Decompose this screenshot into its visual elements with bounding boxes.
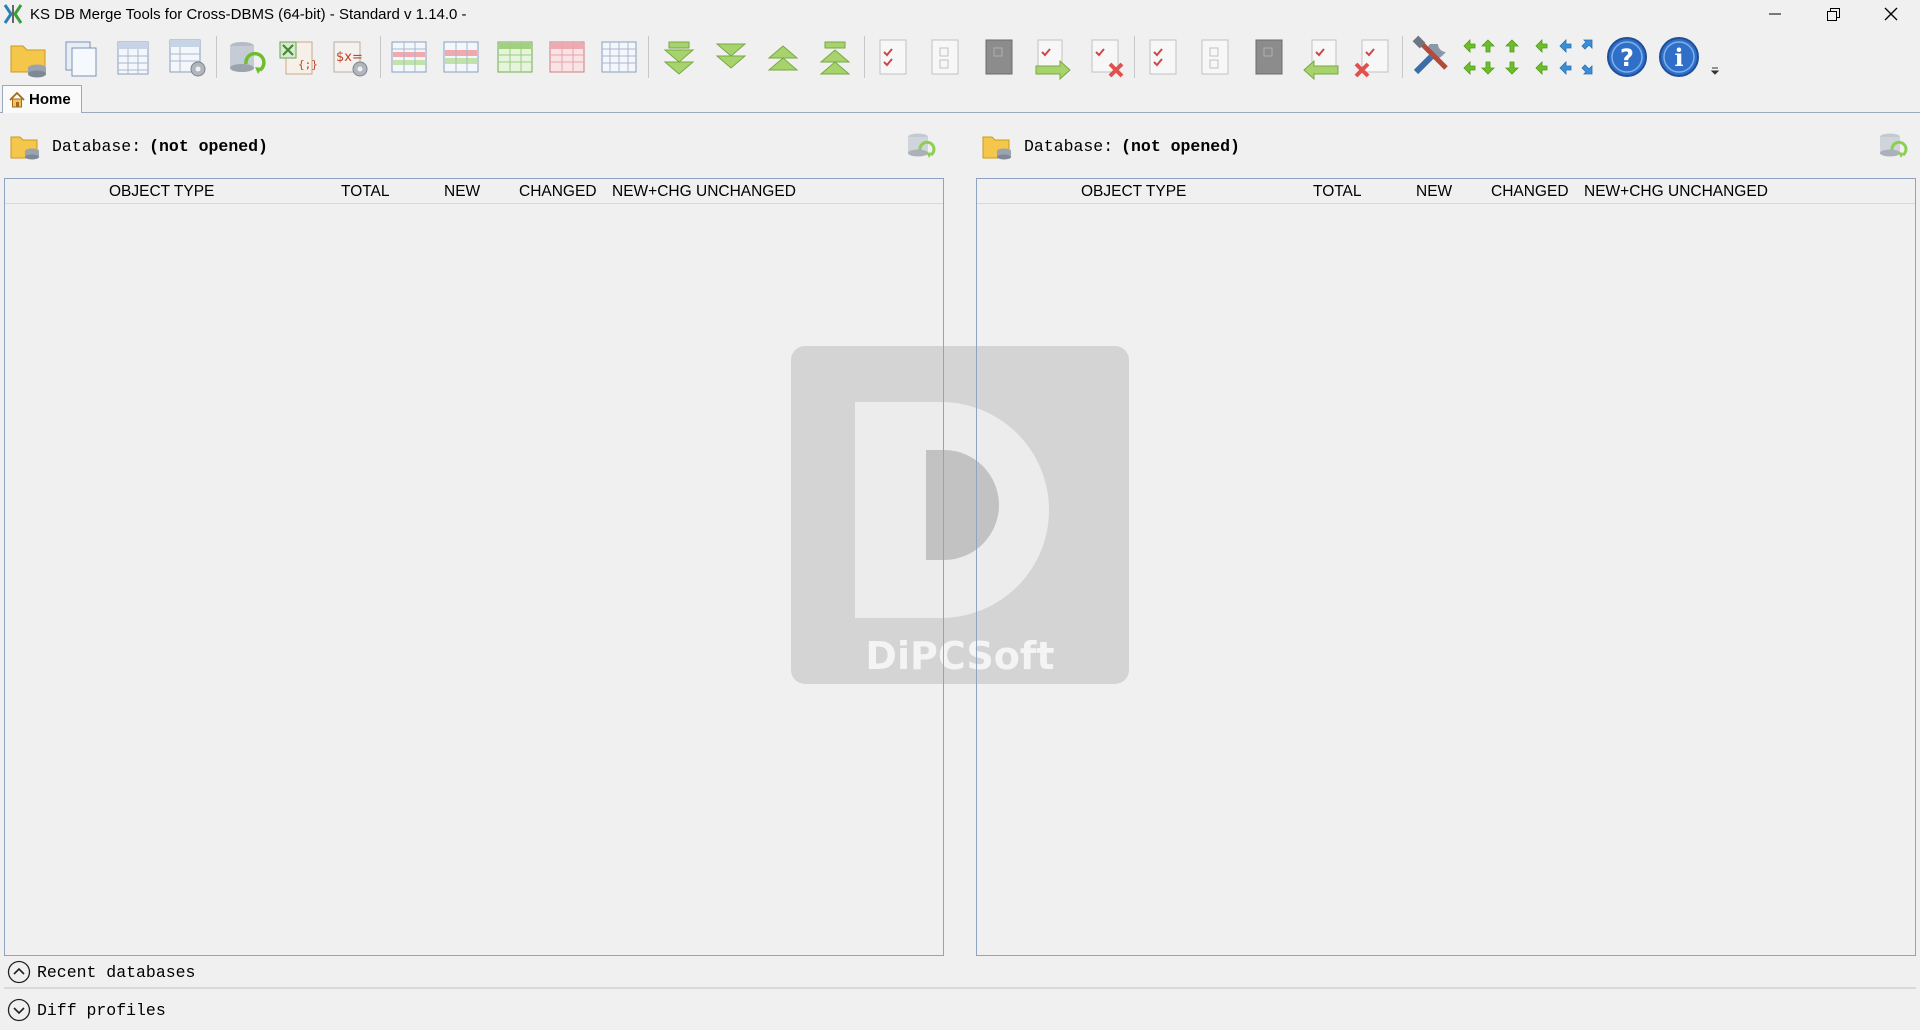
script-settings-icon[interactable]: $x= bbox=[326, 34, 372, 80]
more-dropdown-icon[interactable] bbox=[1710, 66, 1720, 76]
close-icon bbox=[1884, 7, 1898, 21]
toolbar: {;} $x= ? i bbox=[0, 28, 1920, 84]
delete-check-icon[interactable] bbox=[1350, 34, 1396, 80]
svg-text:i: i bbox=[1674, 43, 1683, 72]
title-bar: KS DB Merge Tools for Cross-DBMS (64-bit… bbox=[0, 0, 1920, 28]
restore-icon bbox=[1826, 7, 1840, 21]
right-object-grid[interactable]: OBJECT TYPE TOTAL NEW CHANGED NEW+CHG UN… bbox=[976, 178, 1916, 956]
col-new[interactable]: NEW bbox=[444, 183, 480, 201]
recent-databases-label: Recent databases bbox=[37, 962, 196, 982]
grid-deleted-icon[interactable] bbox=[544, 34, 590, 80]
tools-icon[interactable] bbox=[1408, 34, 1454, 80]
close-button[interactable] bbox=[1862, 0, 1920, 28]
right-grid-header: OBJECT TYPE TOTAL NEW CHANGED NEW+CHG UN… bbox=[977, 179, 1915, 204]
blank-doc-2-icon[interactable] bbox=[1192, 34, 1238, 80]
merge-right-icon[interactable] bbox=[1030, 34, 1076, 80]
toolbar-separator bbox=[1134, 36, 1135, 78]
right-db-value: (not opened) bbox=[1121, 136, 1240, 156]
sql-table-icon[interactable] bbox=[110, 34, 156, 80]
minimize-icon bbox=[1769, 13, 1781, 15]
expand-down-2-icon[interactable] bbox=[708, 34, 754, 80]
toolbar-separator bbox=[1402, 36, 1403, 78]
left-grid-header: OBJECT TYPE TOTAL NEW CHANGED NEW+CHG UN… bbox=[5, 179, 943, 204]
svg-text:?: ? bbox=[1620, 44, 1634, 72]
grid-new-icon[interactable] bbox=[492, 34, 538, 80]
col-new-chg[interactable]: NEW+CHG bbox=[1584, 183, 1664, 201]
recent-databases-section[interactable]: Recent databases bbox=[0, 957, 1920, 987]
check-doc-2-icon[interactable] bbox=[1140, 34, 1186, 80]
grid-changed-icon[interactable] bbox=[438, 34, 484, 80]
col-changed[interactable]: CHANGED bbox=[519, 183, 597, 201]
grid-empty-icon[interactable] bbox=[596, 34, 642, 80]
left-db-value: (not opened) bbox=[149, 136, 268, 156]
col-object-type[interactable]: OBJECT TYPE bbox=[109, 183, 214, 201]
open-folder-icon[interactable] bbox=[6, 34, 52, 80]
col-total[interactable]: TOTAL bbox=[341, 183, 390, 201]
toolbar-separator bbox=[648, 36, 649, 78]
open-db-folder-icon[interactable] bbox=[982, 131, 1014, 161]
col-object-type[interactable]: OBJECT TYPE bbox=[1081, 183, 1186, 201]
chevron-up-icon[interactable] bbox=[7, 960, 31, 984]
help-icon[interactable]: ? bbox=[1604, 34, 1650, 80]
nav-arrows-icon[interactable] bbox=[1460, 34, 1602, 80]
blank-doc-icon[interactable] bbox=[922, 34, 968, 80]
left-db-label: Database: bbox=[52, 136, 142, 156]
toolbar-separator bbox=[864, 36, 865, 78]
open-db-folder-icon[interactable] bbox=[10, 131, 42, 161]
info-icon[interactable]: i bbox=[1656, 34, 1702, 80]
right-refresh-db-icon[interactable] bbox=[1876, 128, 1910, 162]
collapse-up-2-icon[interactable] bbox=[812, 34, 858, 80]
toolbar-separator bbox=[216, 36, 217, 78]
check-doc-icon[interactable] bbox=[870, 34, 916, 80]
window-title: KS DB Merge Tools for Cross-DBMS (64-bit… bbox=[30, 5, 467, 23]
svg-text:{;}: {;} bbox=[298, 58, 318, 71]
refresh-compare-icon[interactable] bbox=[222, 34, 268, 80]
tab-home[interactable]: Home bbox=[2, 85, 82, 113]
delete-doc-icon[interactable] bbox=[1084, 34, 1130, 80]
col-new-chg[interactable]: NEW+CHG bbox=[612, 183, 692, 201]
section-divider bbox=[4, 987, 1916, 989]
toolbar-separator bbox=[380, 36, 381, 78]
col-total[interactable]: TOTAL bbox=[1313, 183, 1362, 201]
right-db-header: Database: (not opened) bbox=[982, 124, 1240, 168]
diff-profiles-label: Diff profiles bbox=[37, 1000, 166, 1020]
merge-left-icon[interactable] bbox=[1298, 34, 1344, 80]
home-icon bbox=[9, 91, 25, 107]
minimize-button[interactable] bbox=[1746, 0, 1804, 28]
col-unchanged[interactable]: UNCHANGED bbox=[696, 183, 796, 201]
tab-home-label: Home bbox=[29, 91, 71, 108]
left-db-header: Database: (not opened) bbox=[10, 124, 268, 168]
restore-button[interactable] bbox=[1804, 0, 1862, 28]
left-refresh-db-icon[interactable] bbox=[904, 128, 938, 162]
doc-dark-2-icon[interactable] bbox=[1246, 34, 1292, 80]
col-changed[interactable]: CHANGED bbox=[1491, 183, 1569, 201]
diff-profiles-section[interactable]: Diff profiles bbox=[0, 995, 1920, 1025]
collapse-up-icon[interactable] bbox=[760, 34, 806, 80]
grid-all-icon[interactable] bbox=[386, 34, 432, 80]
copy-databases-icon[interactable] bbox=[58, 34, 104, 80]
export-excel-icon[interactable]: {;} bbox=[274, 34, 320, 80]
col-new[interactable]: NEW bbox=[1416, 183, 1452, 201]
doc-dark-icon[interactable] bbox=[976, 34, 1022, 80]
app-logo-icon bbox=[3, 4, 23, 24]
col-unchanged[interactable]: UNCHANGED bbox=[1668, 183, 1768, 201]
table-settings-icon[interactable] bbox=[164, 34, 210, 80]
expand-down-icon[interactable] bbox=[656, 34, 702, 80]
left-object-grid[interactable]: OBJECT TYPE TOTAL NEW CHANGED NEW+CHG UN… bbox=[4, 178, 944, 956]
tab-bar: Home bbox=[0, 84, 1920, 113]
chevron-down-icon[interactable] bbox=[7, 998, 31, 1022]
right-db-label: Database: bbox=[1024, 136, 1114, 156]
